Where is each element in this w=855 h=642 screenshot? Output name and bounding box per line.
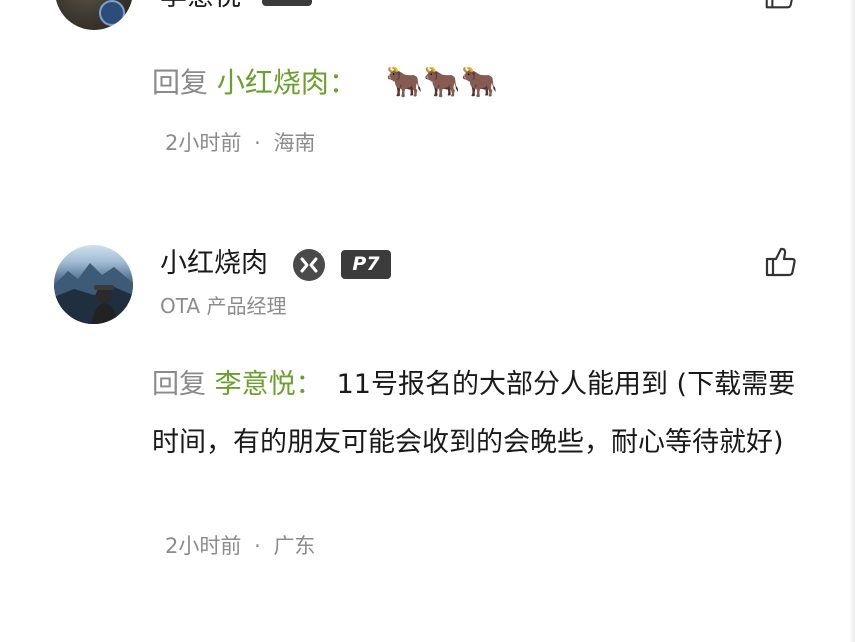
username[interactable]: 小红烧肉 [160, 246, 268, 282]
reply-text[interactable]: 回复 小红烧肉： 🐂🐂🐂 [152, 63, 498, 103]
reply-text[interactable]: 回复 李意悦： 11号报名的大部分人能用到 (下载需要时间，有的朋友可能会收到的会… [152, 356, 812, 472]
meta-separator: · [254, 534, 261, 558]
comment-location: 海南 [273, 131, 316, 155]
reply-target-user[interactable]: 李意悦 [215, 369, 296, 400]
verified-badge-icon [99, 0, 125, 26]
reply-colon: ： [328, 66, 357, 99]
avatar[interactable] [55, 0, 133, 30]
thumbs-up-icon[interactable] [762, 0, 796, 12]
reply-prefix: 回复 [152, 66, 209, 99]
user-job-title: OTA 产品经理 [160, 294, 287, 318]
comment-time: 2小时前 [165, 534, 242, 558]
thumbs-up-icon[interactable] [762, 244, 798, 280]
level-badge [262, 0, 312, 6]
avatar-photo [54, 263, 133, 324]
reply-content: 🐂🐂🐂 [385, 65, 498, 100]
level-badge: P7 [341, 250, 391, 279]
scroll-edge [849, 0, 855, 642]
comment-time: 2小时前 [165, 131, 242, 155]
comment-meta: 2小时前 · 海南 [165, 130, 315, 156]
comment-location: 广东 [273, 534, 316, 558]
avatar[interactable] [54, 245, 133, 324]
comment-meta: 2小时前 · 广东 [165, 533, 315, 559]
reply-prefix: 回复 [152, 369, 206, 400]
reply-colon: ： [295, 369, 323, 400]
x-badge-icon [293, 249, 325, 281]
username[interactable]: 李意悦 [160, 0, 241, 12]
meta-separator: · [254, 131, 261, 155]
reply-target-user[interactable]: 小红烧肉 [217, 66, 329, 99]
